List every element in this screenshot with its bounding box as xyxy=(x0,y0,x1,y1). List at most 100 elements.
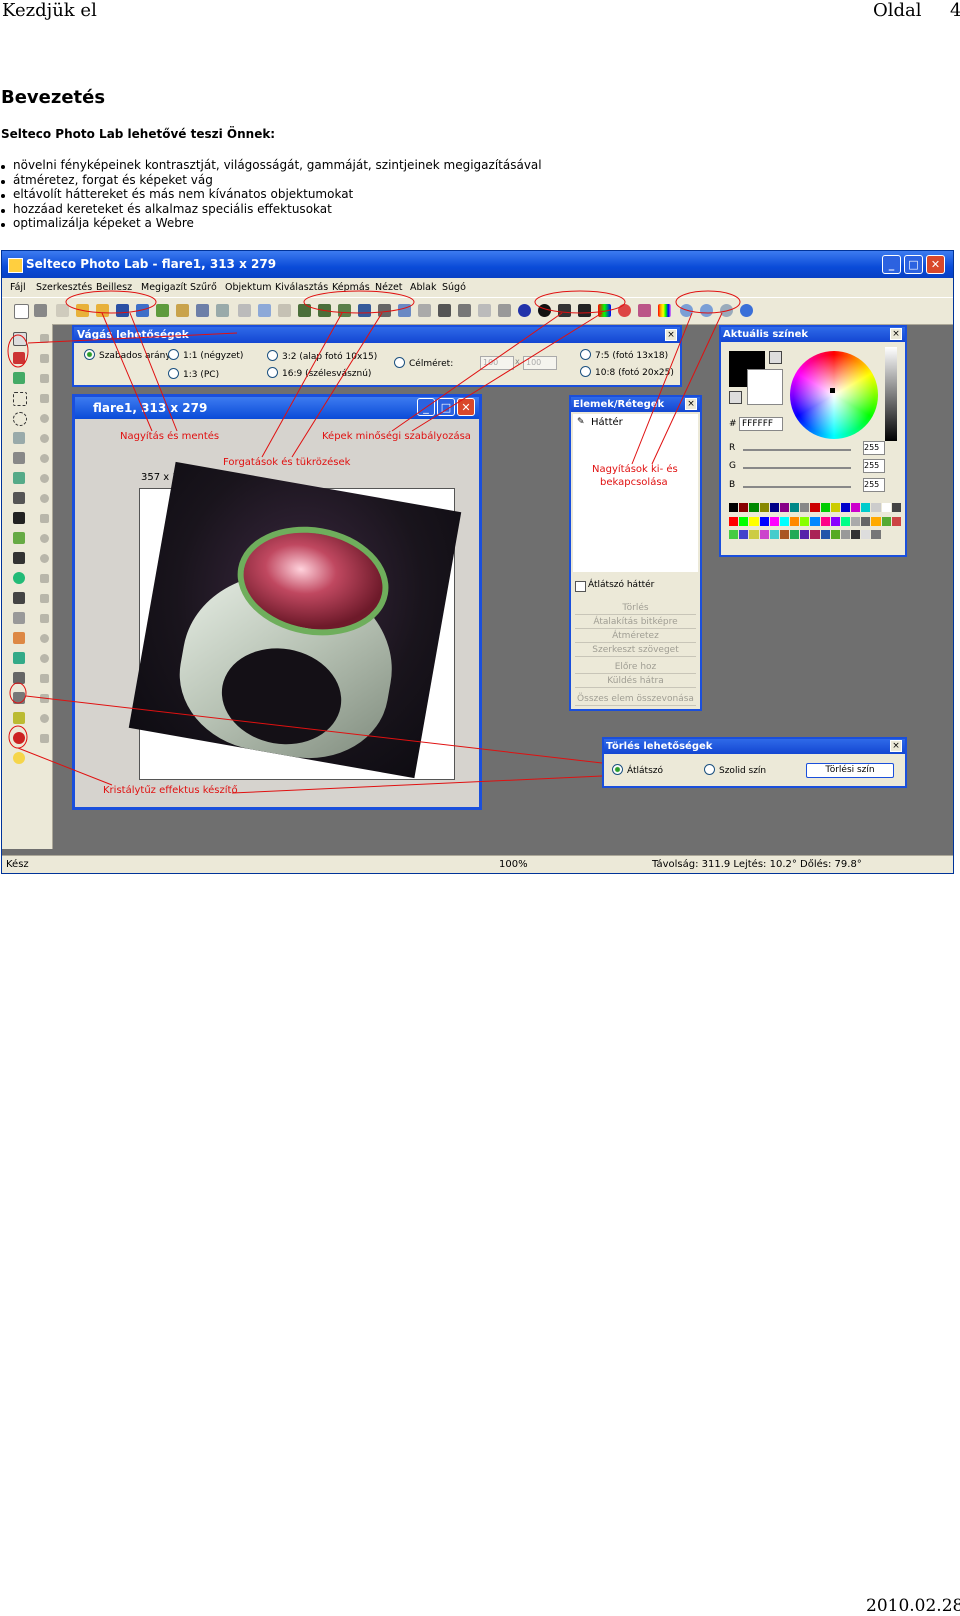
zoom-tool-icon[interactable] xyxy=(13,652,25,664)
red-eye-icon[interactable] xyxy=(13,732,25,744)
green-value-input[interactable]: 255 xyxy=(863,459,885,473)
palette-swatch[interactable] xyxy=(861,530,871,540)
color-balance-icon[interactable] xyxy=(598,304,611,317)
pencil-icon[interactable] xyxy=(13,672,25,684)
palette-swatch[interactable] xyxy=(830,530,840,540)
erase-transparent-radio[interactable]: Átlátszó xyxy=(612,764,663,777)
palette-swatch[interactable] xyxy=(871,516,881,526)
hex-color-input[interactable]: FFFFFF xyxy=(739,417,783,431)
anchor-icon[interactable] xyxy=(458,304,471,317)
menu-adjust[interactable]: Megigazít xyxy=(141,278,187,297)
palette-swatch[interactable] xyxy=(891,516,901,526)
palette-swatch[interactable] xyxy=(749,503,759,512)
palette-swatch[interactable] xyxy=(790,530,800,540)
tool-option-icon[interactable] xyxy=(40,694,49,703)
crop-3-2-radio[interactable]: 3:2 (alap fotó 10x15) xyxy=(267,350,377,363)
tool-option-icon[interactable] xyxy=(40,554,49,563)
fill-icon[interactable] xyxy=(13,632,25,644)
blue-value-input[interactable]: 255 xyxy=(863,478,885,492)
ruler-icon[interactable] xyxy=(13,712,25,724)
palette-swatch[interactable] xyxy=(810,516,820,526)
menu-filter[interactable]: Szűrő xyxy=(190,278,217,297)
tool-option-icon[interactable] xyxy=(40,434,49,443)
text-tool-icon[interactable] xyxy=(13,512,25,524)
palette-swatch[interactable] xyxy=(851,530,861,540)
palette-swatch[interactable] xyxy=(769,516,779,526)
close-icon[interactable]: × xyxy=(890,740,902,752)
crop-tool-icon[interactable] xyxy=(13,352,25,364)
pen-icon[interactable] xyxy=(638,304,651,317)
palette-swatch[interactable] xyxy=(820,516,830,526)
ellipse-select-icon[interactable] xyxy=(13,412,27,426)
palette-swatch[interactable] xyxy=(800,516,810,526)
layer-item-background[interactable]: Háttér xyxy=(591,417,623,428)
cut-icon[interactable] xyxy=(238,304,251,317)
zoom-toggle-icon[interactable] xyxy=(720,304,733,317)
palette-swatch[interactable] xyxy=(840,516,851,526)
palette-swatch[interactable] xyxy=(851,503,861,512)
new-file-icon[interactable] xyxy=(14,304,29,319)
palette-swatch[interactable] xyxy=(871,503,881,512)
palette-swatch[interactable] xyxy=(779,503,790,512)
tool-option-icon[interactable] xyxy=(40,494,49,503)
magic-wand-icon[interactable] xyxy=(13,472,25,484)
target-width-input[interactable]: 100 xyxy=(480,356,514,370)
print-icon[interactable] xyxy=(176,304,189,317)
tool-option-icon[interactable] xyxy=(40,474,49,483)
palette-swatch[interactable] xyxy=(790,516,800,526)
tool-option-icon[interactable] xyxy=(40,514,49,523)
spectrum-icon[interactable] xyxy=(658,304,671,317)
palette-swatch[interactable] xyxy=(891,503,901,512)
palette-swatch[interactable] xyxy=(759,516,769,526)
background-color-swatch[interactable] xyxy=(747,369,783,405)
color-wheel[interactable] xyxy=(790,351,878,439)
palette-swatch[interactable] xyxy=(729,516,739,526)
palette-swatch[interactable] xyxy=(810,530,820,540)
crop-free-radio[interactable]: Szabados arány xyxy=(84,349,171,362)
help-icon[interactable] xyxy=(740,304,753,317)
scissors-tool-icon[interactable] xyxy=(13,372,25,384)
crop-16-9-radio[interactable]: 16:9 (szélesvásznú) xyxy=(267,367,371,380)
bring-forward-button[interactable]: Előre hoz xyxy=(575,661,696,674)
open-folder-icon[interactable] xyxy=(76,304,89,317)
menu-window[interactable]: Ablak xyxy=(410,278,437,297)
palette-swatch[interactable] xyxy=(851,516,861,526)
zoom-in-icon[interactable] xyxy=(680,304,693,317)
rectangle-tool-icon[interactable] xyxy=(13,552,25,564)
levels-icon[interactable] xyxy=(558,304,571,317)
line-tool-icon[interactable] xyxy=(13,592,25,604)
target-height-input[interactable]: 100 xyxy=(523,356,557,370)
pointer-tool-icon[interactable] xyxy=(13,332,27,346)
tool-option-icon[interactable] xyxy=(40,614,49,623)
close-icon[interactable]: × xyxy=(665,329,677,341)
palette-swatch[interactable] xyxy=(830,516,840,526)
tool-option-icon[interactable] xyxy=(40,334,49,343)
palette-swatch[interactable] xyxy=(861,516,871,526)
maximize-button[interactable]: □ xyxy=(904,255,923,274)
tool-option-icon[interactable] xyxy=(40,534,49,543)
crop-icon[interactable] xyxy=(418,304,431,317)
palette-swatch[interactable] xyxy=(769,503,779,512)
minimize-button[interactable]: _ xyxy=(417,398,435,416)
menu-object[interactable]: Objektum xyxy=(225,278,272,297)
palette-swatch[interactable] xyxy=(800,503,810,512)
palette-swatch[interactable] xyxy=(861,503,871,512)
scan-icon[interactable] xyxy=(34,304,47,317)
eyedropper-icon[interactable] xyxy=(13,532,25,544)
tool-option-icon[interactable] xyxy=(40,594,49,603)
palette-swatch[interactable] xyxy=(830,503,840,512)
palette-swatch[interactable] xyxy=(739,516,749,526)
preview-icon[interactable] xyxy=(196,304,209,317)
copy2-icon[interactable] xyxy=(258,304,271,317)
to-bitmap-button[interactable]: Átalakítás bitképre xyxy=(575,616,696,629)
flip-vertical-icon[interactable] xyxy=(378,304,391,317)
menu-paste[interactable]: Beillesz xyxy=(96,278,132,297)
palette-swatch[interactable] xyxy=(790,503,800,512)
crystal-flare-icon[interactable] xyxy=(13,752,25,764)
palette-swatch[interactable] xyxy=(749,530,759,540)
palette-swatch[interactable] xyxy=(759,503,769,512)
green-slider[interactable] xyxy=(743,467,851,469)
palette-swatch[interactable] xyxy=(749,516,759,526)
layers-list[interactable]: ✎ Háttér xyxy=(573,414,698,572)
poly-select-icon[interactable] xyxy=(13,432,25,444)
